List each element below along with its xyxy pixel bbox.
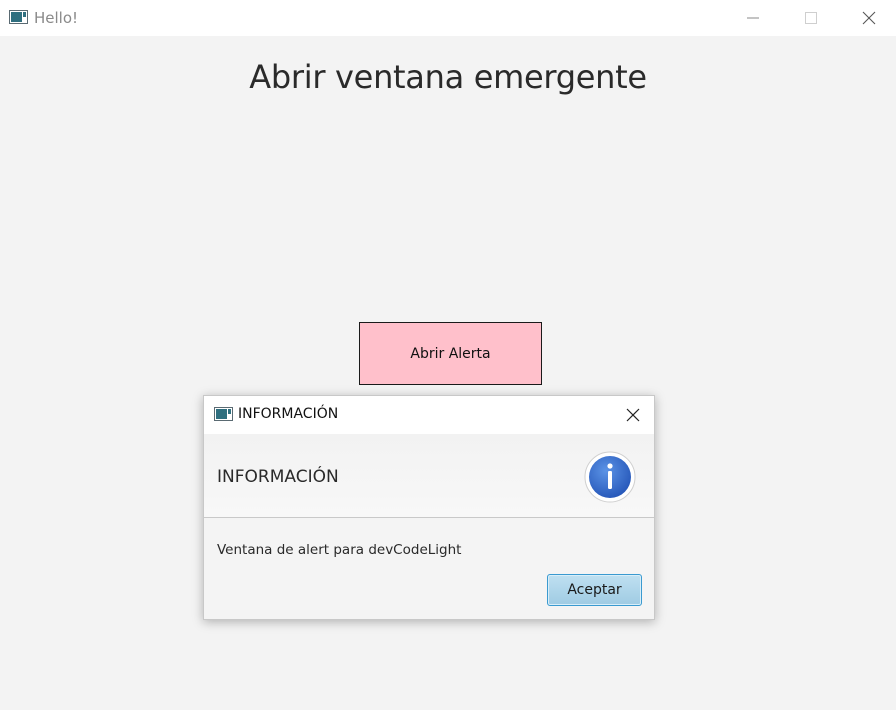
close-button[interactable] — [846, 0, 892, 36]
window-titlebar[interactable]: Hello! — [0, 0, 896, 36]
window-title: Hello! — [34, 9, 79, 27]
information-dialog: INFORMACIÓN INFORMACIÓN Ventana de alert… — [203, 395, 655, 620]
dialog-close-button[interactable] — [616, 403, 650, 427]
dialog-header: INFORMACIÓN — [204, 434, 654, 518]
dialog-app-icon — [214, 407, 233, 421]
maximize-icon — [805, 12, 817, 24]
page-title: Abrir ventana emergente — [249, 58, 647, 96]
accept-button[interactable]: Aceptar — [547, 574, 642, 606]
minimize-icon — [747, 17, 759, 19]
open-alert-button[interactable]: Abrir Alerta — [359, 322, 542, 385]
dialog-header-text: INFORMACIÓN — [217, 467, 339, 487]
close-icon — [862, 11, 876, 25]
maximize-button[interactable] — [788, 0, 834, 36]
info-icon — [584, 451, 636, 503]
dialog-message: Ventana de alert para devCodeLight — [217, 542, 462, 558]
main-window: Hello! Abrir ventana emergente Abrir Ale… — [0, 0, 896, 710]
close-icon — [626, 408, 640, 422]
dialog-titlebar[interactable]: INFORMACIÓN — [204, 396, 654, 434]
dialog-title: INFORMACIÓN — [238, 406, 339, 422]
minimize-button[interactable] — [730, 0, 776, 36]
app-icon — [9, 10, 28, 24]
